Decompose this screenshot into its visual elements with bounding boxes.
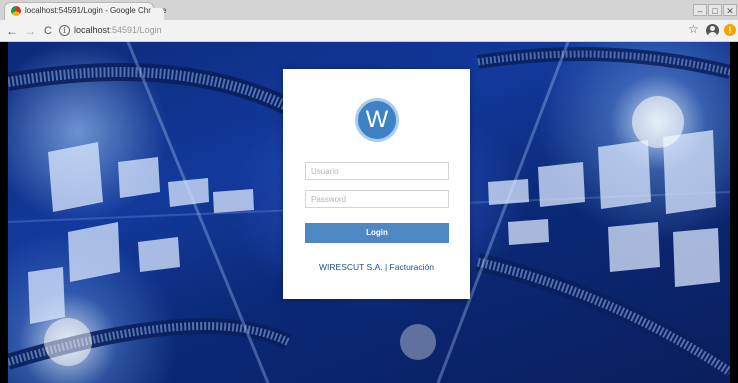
back-arrow-icon[interactable]: ←: [4, 23, 20, 39]
username-input[interactable]: [305, 162, 449, 180]
maximize-button[interactable]: □: [708, 4, 722, 16]
window-right-border: [730, 42, 738, 383]
bookmark-star-icon[interactable]: ☆: [688, 22, 699, 36]
reload-icon[interactable]: C: [40, 23, 56, 39]
address-bar[interactable]: localhost:54591/Login: [74, 25, 162, 35]
site-info-icon[interactable]: i: [59, 25, 70, 36]
page-viewport: W Login WIRESCUT S.A. | Facturación: [8, 42, 730, 383]
minimize-button[interactable]: –: [693, 4, 707, 16]
login-button[interactable]: Login: [305, 223, 449, 243]
logo-icon: W: [355, 98, 399, 142]
forward-arrow-icon[interactable]: →: [22, 23, 38, 39]
chrome-icon: [11, 6, 21, 16]
title-bar: localhost:54591/Login - Google Chrome – …: [0, 0, 738, 20]
browser-tab[interactable]: localhost:54591/Login - Google Chrome: [4, 2, 166, 20]
url-path: :54591/Login: [109, 25, 162, 35]
logo-letter: W: [365, 106, 389, 133]
close-button[interactable]: ✕: [723, 4, 737, 16]
login-card: W Login WIRESCUT S.A. | Facturación: [283, 69, 470, 299]
tab-title: localhost:54591/Login - Google Chrome: [25, 6, 167, 15]
password-input[interactable]: [305, 190, 449, 208]
profile-icon[interactable]: [706, 24, 719, 37]
window-left-border: [0, 42, 8, 383]
browser-toolbar: ← → C i localhost:54591/Login ☆ !: [0, 20, 738, 42]
update-alert-icon[interactable]: !: [724, 24, 736, 36]
url-host: localhost: [74, 25, 110, 35]
footer-text: WIRESCUT S.A. | Facturación: [319, 262, 434, 272]
new-tab-button[interactable]: [150, 8, 164, 20]
